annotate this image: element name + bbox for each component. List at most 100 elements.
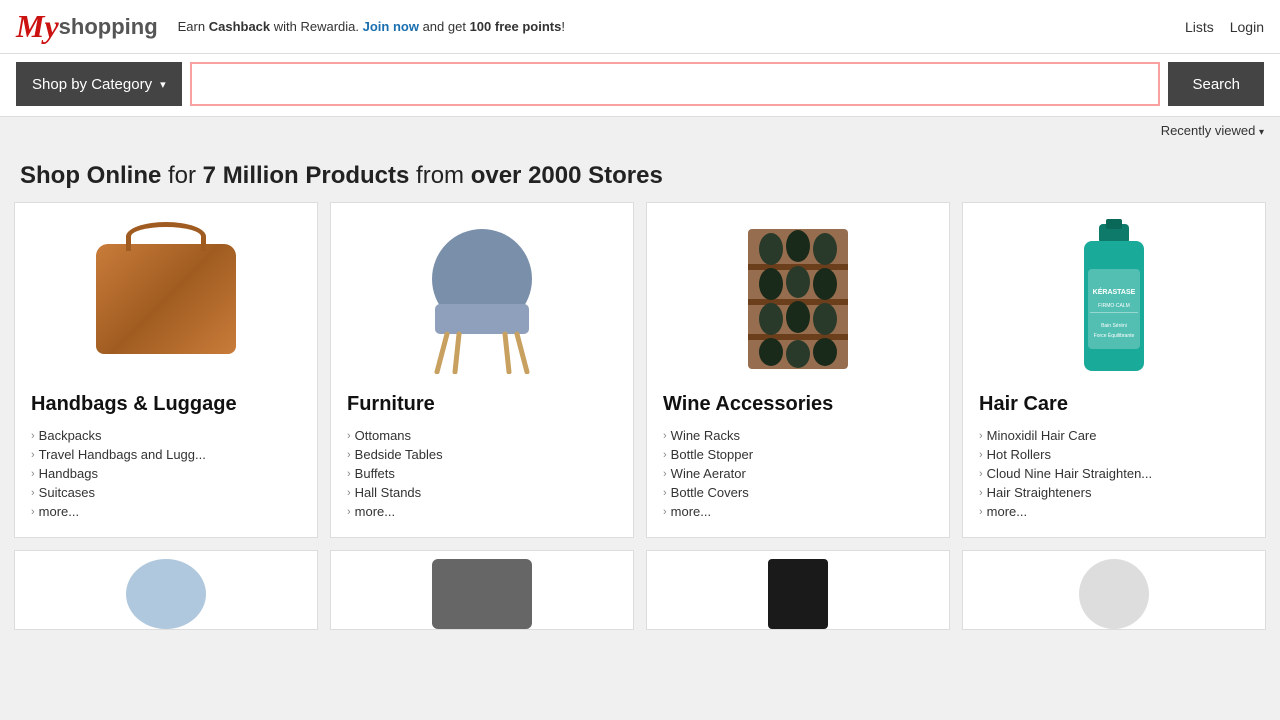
lists-link[interactable]: Lists bbox=[1185, 19, 1214, 35]
chevron-right-icon: › bbox=[663, 430, 667, 442]
join-now-link[interactable]: Join now bbox=[363, 19, 419, 34]
category-title-handbags: Handbags & Luggage bbox=[31, 393, 301, 416]
list-item: › Hair Straighteners bbox=[979, 483, 1249, 502]
partial-image-1 bbox=[126, 559, 206, 629]
chevron-right-icon: › bbox=[347, 487, 351, 499]
search-input[interactable] bbox=[192, 64, 1159, 104]
chevron-right-icon: › bbox=[347, 449, 351, 461]
chevron-right-icon: › bbox=[31, 430, 35, 442]
category-card-handbags: Handbags & Luggage ›Backpacks ›Travel Ha… bbox=[14, 202, 318, 538]
category-grid-bottom bbox=[0, 550, 1280, 642]
category-card-partial-1 bbox=[14, 550, 318, 630]
chevron-right-icon: › bbox=[979, 468, 983, 480]
hero-part2: for bbox=[161, 162, 202, 189]
svg-text:Bain Séréni: Bain Séréni bbox=[1101, 323, 1127, 329]
category-title-wine: Wine Accessories bbox=[663, 393, 933, 416]
recently-viewed-button[interactable]: Recently viewed ▾ bbox=[1161, 123, 1264, 138]
category-card-haircare: KÉRASTASE FIRMO·CALM Bain Séréni Force É… bbox=[962, 202, 1266, 538]
category-link[interactable]: Backpacks bbox=[39, 428, 102, 443]
cashback-end: ! bbox=[561, 19, 565, 34]
category-link[interactable]: Hall Stands bbox=[355, 485, 421, 500]
chevron-right-icon: › bbox=[347, 430, 351, 442]
list-item: ›more... bbox=[347, 502, 617, 521]
category-links-wine: › Wine Racks › Bottle Stopper › Wine Aerato… bbox=[663, 426, 933, 521]
category-link-more[interactable]: more... bbox=[39, 504, 79, 519]
chevron-right-icon: › bbox=[31, 468, 35, 480]
list-item: › Handbags bbox=[31, 464, 301, 483]
shop-by-button[interactable]: Shop by Category ▾ bbox=[16, 62, 182, 106]
category-link[interactable]: Wine Aerator bbox=[671, 466, 746, 481]
category-card-partial-3 bbox=[646, 550, 950, 630]
list-item: › Minoxidil Hair Care bbox=[979, 426, 1249, 445]
category-link[interactable]: Hair Straighteners bbox=[987, 485, 1092, 500]
partial-image-3 bbox=[768, 559, 828, 629]
list-item: › Bedside Tables bbox=[347, 445, 617, 464]
category-card-furniture: Furniture › Ottomans › Bedside Tables › Buf… bbox=[330, 202, 634, 538]
category-card-wine: Wine Accessories › Wine Racks › Bottle Sto… bbox=[646, 202, 950, 538]
list-item: › more... bbox=[663, 502, 933, 521]
category-link[interactable]: Bottle Covers bbox=[671, 485, 749, 500]
svg-text:Force Équilibrante: Force Équilibrante bbox=[1094, 332, 1135, 339]
category-link[interactable]: Travel Handbags and Lugg... bbox=[39, 447, 206, 462]
chevron-right-icon: › bbox=[663, 487, 667, 499]
category-image-wine bbox=[663, 219, 933, 379]
recently-viewed-label: Recently viewed bbox=[1161, 123, 1256, 138]
category-link[interactable]: Cloud Nine Hair Straighten... bbox=[987, 466, 1152, 481]
chevron-right-icon: › bbox=[663, 506, 667, 518]
list-item: › Hall Stands bbox=[347, 483, 617, 502]
list-item: › Suitcases bbox=[31, 483, 301, 502]
chevron-right-icon: › bbox=[979, 430, 983, 442]
category-card-partial-4 bbox=[962, 550, 1266, 630]
hero-text: Shop Online for 7 Million Products from … bbox=[0, 144, 1280, 202]
category-link[interactable]: Bedside Tables bbox=[355, 447, 443, 462]
category-link[interactable]: Ottomans bbox=[355, 428, 411, 443]
category-link[interactable]: Suitcases bbox=[39, 485, 95, 500]
shampoo-image: KÉRASTASE FIRMO·CALM Bain Séréni Force É… bbox=[1074, 219, 1154, 379]
category-link[interactable]: Handbags bbox=[39, 466, 98, 481]
category-link[interactable]: Bottle Stopper bbox=[671, 447, 753, 462]
partial-image-2 bbox=[432, 559, 532, 629]
cashback-message: Earn Cashback with Rewardia. Join now an… bbox=[178, 19, 1185, 34]
svg-text:KÉRASTASE: KÉRASTASE bbox=[1093, 287, 1136, 296]
list-item: › Cloud Nine Hair Straighten... bbox=[979, 464, 1249, 483]
header-top: Myshopping Earn Cashback with Rewardia. … bbox=[0, 0, 1280, 54]
category-link[interactable]: Hot Rollers bbox=[987, 447, 1051, 462]
category-link[interactable]: Minoxidil Hair Care bbox=[987, 428, 1097, 443]
category-link[interactable]: Wine Racks bbox=[671, 428, 740, 443]
list-item: › Bottle Stopper bbox=[663, 445, 933, 464]
hero-part3: 7 Million Products bbox=[203, 162, 410, 189]
category-title-furniture: Furniture bbox=[347, 393, 617, 416]
search-button[interactable]: Search bbox=[1168, 62, 1264, 106]
chevron-right-icon: › bbox=[663, 449, 667, 461]
list-item: ›Travel Handbags and Lugg... bbox=[31, 445, 301, 464]
category-links-furniture: › Ottomans › Bedside Tables › Buffets › Hall… bbox=[347, 426, 617, 521]
category-image-handbags bbox=[31, 219, 301, 379]
category-link-more[interactable]: more... bbox=[355, 504, 395, 519]
list-item: ›more... bbox=[979, 502, 1249, 521]
cashback-prefix: Earn bbox=[178, 19, 209, 34]
chevron-right-icon: › bbox=[347, 468, 351, 480]
header-links: Lists Login bbox=[1185, 19, 1264, 35]
chevron-right-icon: › bbox=[979, 449, 983, 461]
list-item: › Buffets bbox=[347, 464, 617, 483]
chevron-down-icon: ▾ bbox=[160, 78, 166, 91]
chevron-right-icon: › bbox=[979, 487, 983, 499]
hero-part5: over 2000 Stores bbox=[471, 162, 663, 189]
wine-rack-image bbox=[743, 224, 853, 374]
login-link[interactable]: Login bbox=[1230, 19, 1264, 35]
list-item: › Hot Rollers bbox=[979, 445, 1249, 464]
logo-shopping: shopping bbox=[59, 14, 158, 40]
list-item: › Bottle Covers bbox=[663, 483, 933, 502]
category-title-haircare: Hair Care bbox=[979, 393, 1249, 416]
category-link[interactable]: Buffets bbox=[355, 466, 395, 481]
list-item: › Wine Racks bbox=[663, 426, 933, 445]
logo[interactable]: Myshopping bbox=[16, 8, 158, 45]
recently-viewed-row: Recently viewed ▾ bbox=[0, 117, 1280, 144]
cashback-suffix: and get bbox=[419, 19, 470, 34]
category-link-more[interactable]: more... bbox=[987, 504, 1027, 519]
list-item: › Ottomans bbox=[347, 426, 617, 445]
search-input-wrap bbox=[190, 62, 1161, 106]
category-link-more[interactable]: more... bbox=[671, 504, 711, 519]
handbag-image bbox=[96, 244, 236, 354]
chevron-right-icon: › bbox=[31, 487, 35, 499]
